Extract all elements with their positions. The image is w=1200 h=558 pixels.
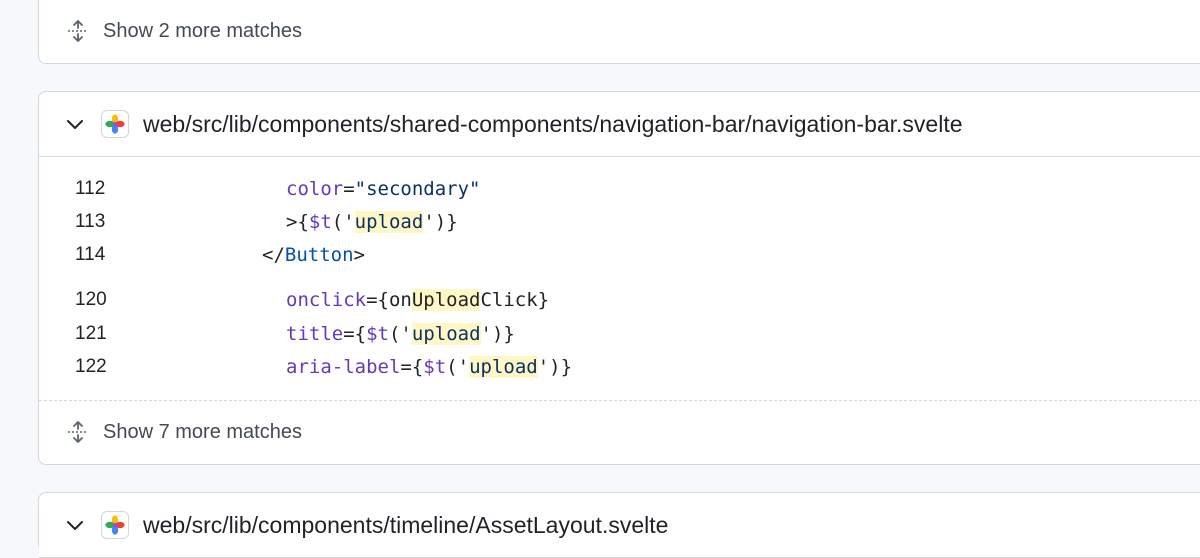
file-header: web/src/lib/components/shared-components… xyxy=(39,92,1200,157)
code-text: </Button> xyxy=(262,243,365,266)
match-highlight: upload xyxy=(354,210,424,233)
repo-logo-icon xyxy=(101,511,129,539)
previous-result-card: Show 2 more matches xyxy=(38,0,1200,64)
chevron-down-icon[interactable] xyxy=(63,513,87,537)
file-result-card: web/src/lib/components/shared-components… xyxy=(38,91,1200,465)
show-more-matches-button[interactable]: Show 7 more matches xyxy=(67,420,302,444)
match-highlight: Upload xyxy=(411,288,481,311)
line-number: 122 xyxy=(75,355,107,377)
code-text: onclick={onUploadClick} xyxy=(286,288,550,311)
show-more-label: Show 2 more matches xyxy=(103,19,302,42)
next-file-result-card: web/src/lib/components/timeline/AssetLay… xyxy=(38,492,1200,558)
code-text: aria-label={$t('upload')} xyxy=(286,355,573,378)
line-number: 114 xyxy=(75,243,106,265)
repo-logo-icon xyxy=(101,110,129,138)
code-text: color="secondary" xyxy=(286,177,481,200)
code-text: title={$t('upload')} xyxy=(286,322,515,345)
chevron-down-icon[interactable] xyxy=(63,112,87,136)
divider xyxy=(39,400,1200,401)
unfold-icon xyxy=(68,421,88,443)
match-highlight: upload xyxy=(411,322,481,345)
line-number: 113 xyxy=(75,210,106,232)
match-highlight: upload xyxy=(469,355,538,378)
file-path-link[interactable]: web/src/lib/components/timeline/AssetLay… xyxy=(143,512,668,539)
line-number: 121 xyxy=(75,322,107,344)
unfold-icon xyxy=(68,20,88,42)
show-more-label: Show 7 more matches xyxy=(103,420,302,443)
file-path-link[interactable]: web/src/lib/components/shared-components… xyxy=(143,111,963,138)
show-more-matches-button[interactable]: Show 2 more matches xyxy=(67,19,302,43)
code-text: >{$t('upload')} xyxy=(286,210,458,233)
line-number: 112 xyxy=(75,177,106,199)
file-header: web/src/lib/components/timeline/AssetLay… xyxy=(39,493,1200,558)
line-number: 120 xyxy=(75,288,107,310)
